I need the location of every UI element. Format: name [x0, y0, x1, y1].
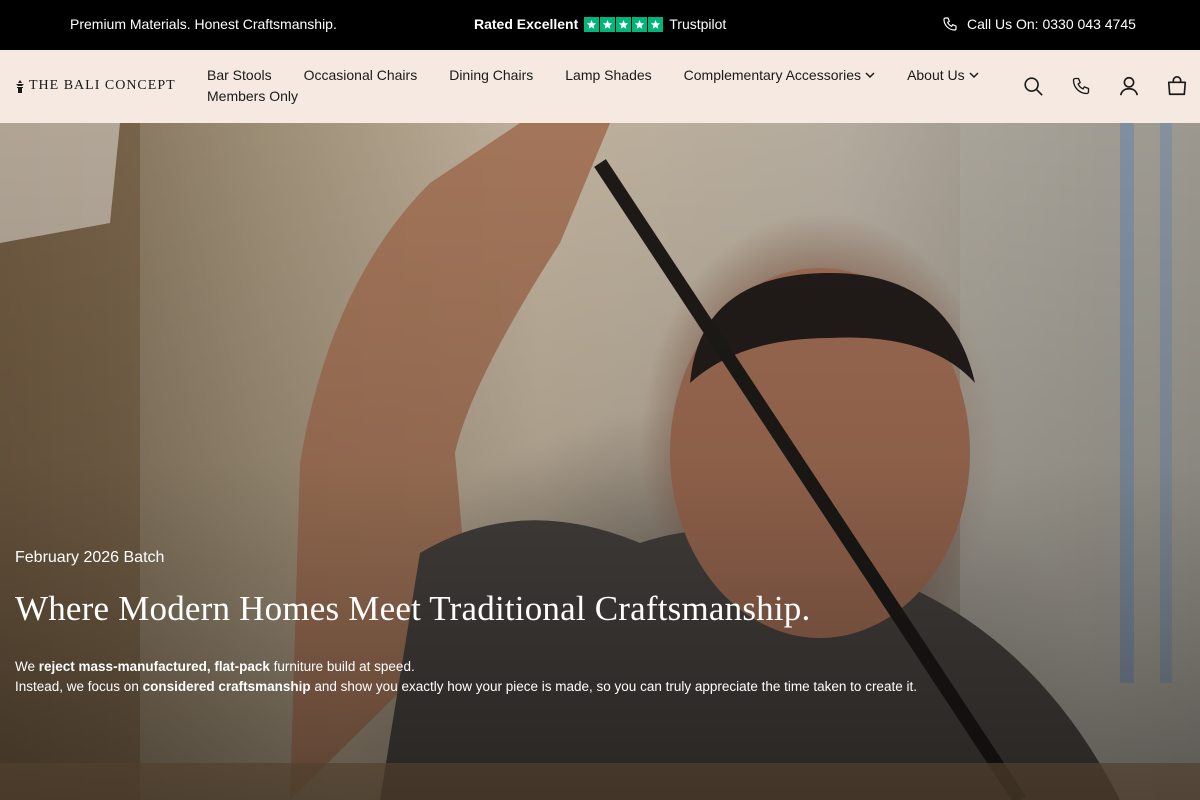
- rating-stars: [584, 16, 664, 32]
- trustpilot-rating[interactable]: Rated Excellent Trustpilot: [474, 16, 726, 32]
- call-us-link[interactable]: Call Us On: 0330 043 4745: [942, 16, 1136, 32]
- star-icon: [616, 16, 632, 32]
- rating-source: Trustpilot: [669, 16, 727, 32]
- nav-label: Dining Chairs: [449, 67, 534, 83]
- hero-title: Where Modern Homes Meet Traditional Craf…: [15, 589, 811, 628]
- hero-section: February 2026 Batch Where Modern Homes M…: [0, 123, 1200, 800]
- cart-icon[interactable]: [1166, 74, 1188, 98]
- phone-icon: [943, 17, 957, 31]
- nav-lamp-shades[interactable]: Lamp Shades: [565, 67, 651, 83]
- hero-emphasis: considered craftsmanship: [142, 679, 311, 694]
- chevron-down-icon: [969, 72, 979, 79]
- pagoda-logo-icon: [16, 79, 24, 93]
- main-nav: Bar Stools Occasional Chairs Dining Chai…: [207, 66, 979, 108]
- search-icon[interactable]: [1022, 74, 1044, 98]
- logo[interactable]: THE BALI CONCEPT: [15, 78, 176, 94]
- hero-overlay: [0, 123, 1200, 800]
- nav-complementary-accessories[interactable]: Complementary Accessories: [684, 67, 875, 83]
- rating-label: Rated Excellent: [474, 16, 579, 32]
- hero-emphasis: reject mass-manufactured, flat-pack: [38, 659, 270, 674]
- site-header: THE BALI CONCEPT Bar Stools Occasional C…: [0, 50, 1200, 123]
- star-icon: [648, 16, 664, 32]
- nav-label: Members Only: [207, 88, 299, 104]
- hero-line-1: We reject mass-manufactured, flat-pack f…: [15, 659, 415, 674]
- tagline: Premium Materials. Honest Craftsmanship.: [70, 16, 337, 32]
- phone-icon[interactable]: [1070, 74, 1092, 98]
- hero-description: We reject mass-manufactured, flat-pack f…: [15, 657, 917, 697]
- account-icon[interactable]: [1118, 74, 1140, 98]
- nav-label: About Us: [907, 67, 965, 83]
- announcement-bar: Premium Materials. Honest Craftsmanship.…: [0, 0, 1200, 50]
- nav-label: Lamp Shades: [565, 67, 652, 83]
- logo-text: THE BALI CONCEPT: [29, 78, 176, 93]
- phone-text: Call Us On: 0330 043 4745: [967, 16, 1136, 32]
- header-actions: [1022, 74, 1188, 98]
- hero-line-2: Instead, we focus on considered craftsma…: [15, 679, 917, 694]
- star-icon: [584, 16, 600, 32]
- nav-label: Occasional Chairs: [303, 67, 418, 83]
- nav-about-us[interactable]: About Us: [907, 67, 979, 83]
- nav-label: Bar Stools: [207, 67, 272, 83]
- star-icon: [632, 16, 648, 32]
- nav-occasional-chairs[interactable]: Occasional Chairs: [304, 67, 418, 83]
- nav-dining-chairs[interactable]: Dining Chairs: [449, 67, 533, 83]
- nav-label: Complementary Accessories: [683, 67, 862, 83]
- nav-bar-stools[interactable]: Bar Stools: [207, 67, 272, 83]
- nav-members-only[interactable]: Members Only: [207, 88, 298, 104]
- hero-kicker: February 2026 Batch: [15, 549, 165, 566]
- chevron-down-icon: [865, 72, 875, 79]
- star-icon: [600, 16, 616, 32]
